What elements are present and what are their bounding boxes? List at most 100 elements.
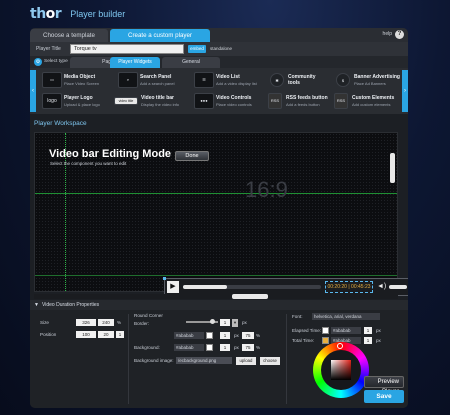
volume-icon[interactable]: ◄) (377, 282, 387, 292)
app-header: thor Player builder (30, 4, 125, 24)
tab-create-custom-player[interactable]: Create a custom player (110, 29, 210, 42)
size-height-field[interactable]: 240 (98, 319, 114, 326)
duration-display[interactable]: 00:20:20 | 00:45:23 (325, 281, 373, 293)
widget-video-controls[interactable]: ●●● Video Controls Place video controls (194, 92, 266, 111)
divider (286, 314, 287, 404)
background-color-field[interactable]: #ababab (174, 344, 204, 351)
widget-desc: Add a video display list (216, 81, 257, 86)
chevron-down-icon[interactable]: ▼ (34, 302, 40, 308)
background-alpha-field[interactable]: 75 (242, 344, 254, 351)
elapsed-color-field[interactable]: #ababab (331, 327, 361, 334)
help-icon[interactable]: ? (395, 30, 404, 39)
border-color-chip[interactable] (206, 332, 213, 339)
size-label: Size (40, 320, 49, 325)
progress-fill (183, 285, 228, 289)
widget-video-list[interactable]: ☰ Video List Add a video display list (194, 71, 266, 90)
elapsed-value-field[interactable]: 1 (364, 327, 372, 334)
elapsed-time-label: Elapsed Time: (292, 328, 322, 333)
player-title-input[interactable]: Torque tv (70, 44, 184, 54)
time-current: 00:20:20 (327, 284, 347, 290)
total-value-field[interactable]: 1 (364, 337, 372, 344)
slider-knob[interactable] (210, 319, 215, 324)
widget-desc: Place Video Screen (64, 81, 100, 86)
upload-button[interactable]: upload (236, 357, 256, 365)
properties-title: Video Duration Properties (42, 302, 100, 308)
save-button[interactable]: Save (364, 390, 404, 403)
px-unit: px (234, 333, 239, 338)
preview-player-button[interactable]: Preview Player (364, 376, 404, 395)
time-separator: | (348, 284, 350, 290)
app-window: thor Player builder Choose a template Cr… (0, 0, 450, 415)
progress-bar[interactable] (183, 285, 321, 289)
stepper[interactable]: ▾ (232, 319, 238, 327)
border-color-field[interactable]: #ababab (174, 332, 204, 339)
widget-palette: ‹ › ▭ Media Object Place Video Screen ⌕ … (30, 68, 408, 114)
workspace-bar: Player Workspace (30, 118, 408, 130)
widget-community-tools[interactable]: ✱ Community tools (266, 71, 338, 90)
widget-name: Video Controls (216, 95, 252, 101)
widget-desc: Place video controls (216, 102, 252, 107)
edit-mode-title: Video bar Editing Mode (49, 148, 172, 160)
banner-advertising-icon: $ (336, 73, 350, 87)
percent-unit: % (256, 333, 261, 338)
widget-custom-elements[interactable]: RSS Custom Elements Add custom elements (332, 92, 400, 111)
total-color-chip[interactable] (322, 337, 329, 344)
border-value-field[interactable]: 1 (220, 332, 230, 339)
tab-choose-template[interactable]: Choose a template (30, 29, 108, 42)
palette-left-arrow[interactable]: ‹ (30, 70, 36, 112)
choose-button[interactable]: choose (260, 357, 280, 365)
widget-name: Banner Advertising (354, 74, 400, 80)
rss-icon: RSS (268, 93, 282, 109)
widget-name: RSS feeds button (286, 95, 328, 101)
widget-player-logo[interactable]: logo Player Logo Upload & place logo (42, 92, 114, 111)
vertical-scrollbar[interactable] (390, 153, 395, 183)
position-unit-field[interactable]: 1 (116, 331, 124, 338)
volume-slider[interactable] (389, 285, 407, 289)
widget-desc: Upload & place logo (64, 102, 100, 107)
widget-name: Custom Elements (352, 95, 395, 101)
type-tab-general[interactable]: General (162, 57, 220, 68)
help-link[interactable]: help (383, 31, 392, 37)
background-image-field[interactable]: /ecbackground.png (176, 357, 232, 364)
standalone-button[interactable]: standalone (210, 45, 232, 53)
player-workspace-canvas[interactable]: Video bar Editing Mode Select the compon… (34, 132, 398, 292)
position-x-field[interactable]: 100 (76, 331, 96, 338)
size-unit: % (117, 320, 122, 325)
horizontal-scroll-thumb[interactable] (232, 294, 268, 299)
font-select[interactable]: helvetica, arial, verdana (312, 313, 380, 320)
horizontal-scrollbar[interactable] (34, 294, 398, 299)
border-width-field[interactable]: 1 (220, 319, 230, 326)
background-value-field[interactable]: 1 (220, 344, 230, 351)
widget-banner-advertising[interactable]: $ Banner Advertising Place Ad Banners (332, 71, 400, 90)
widget-media-object[interactable]: ▭ Media Object Place Video Screen (42, 71, 114, 90)
done-button[interactable]: Done (175, 151, 209, 161)
edit-mode-subtitle: Select the component you want to edit (50, 161, 127, 166)
size-width-field[interactable]: 326 (76, 319, 96, 326)
logo-letter: h (36, 6, 46, 22)
elapsed-color-chip[interactable] (322, 327, 329, 334)
background-color-chip[interactable] (206, 344, 213, 351)
properties-header[interactable]: ▼ Video Duration Properties (30, 300, 408, 310)
hue-knob[interactable] (337, 343, 343, 349)
app-title: Player builder (70, 9, 126, 19)
select-type-label: Select type (44, 59, 68, 64)
type-tab-player-widgets[interactable]: Player Widgets (110, 57, 160, 68)
player-logo-icon: logo (42, 93, 62, 109)
palette-right-arrow[interactable]: › (402, 70, 408, 112)
play-icon[interactable]: ▶ (167, 281, 179, 293)
px-unit: px (234, 345, 239, 350)
embed-button[interactable]: embed (188, 45, 206, 53)
guide-horizontal (35, 193, 397, 194)
widget-rss-feeds-button[interactable]: RSS RSS feeds button Add a feeds button (266, 92, 338, 111)
color-saturation-square[interactable] (331, 360, 351, 380)
border-label: Border: (134, 321, 150, 326)
border-alpha-field[interactable]: 75 (242, 332, 254, 339)
video-controls-icon: ●●● (194, 93, 214, 109)
widget-video-title-bar[interactable]: video title Video title bar Display the … (114, 92, 194, 111)
widget-search-panel[interactable]: ⌕ Search Panel Add a search panel (118, 71, 190, 90)
resize-handle[interactable] (163, 277, 166, 280)
color-wheel-picker[interactable] (313, 342, 369, 398)
position-y-field[interactable]: 20 (98, 331, 114, 338)
select-type-row: ⚙ Select type Page Player Widgets Genera… (30, 56, 408, 68)
logo-letter: r (54, 6, 62, 22)
